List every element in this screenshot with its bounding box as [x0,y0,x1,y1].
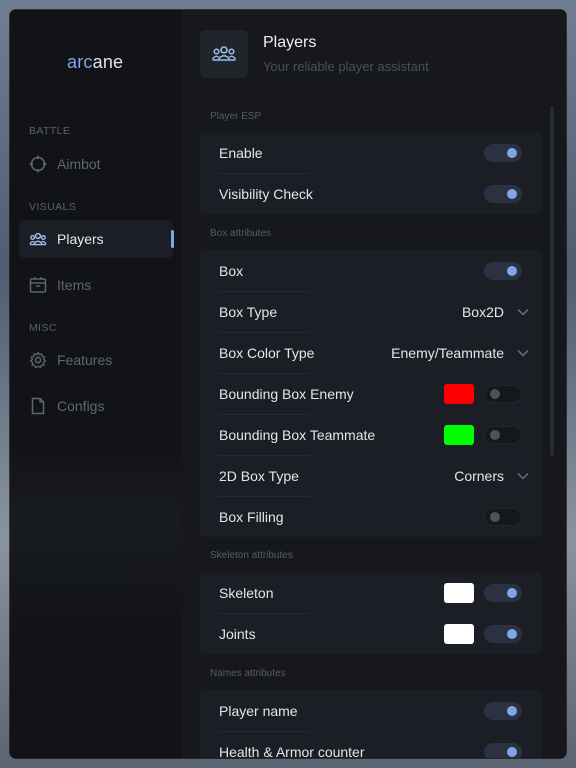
page-subtitle: Your reliable player assistant [263,59,429,74]
joints-color-swatch[interactable] [444,623,474,644]
sidebar-item-label: Players [57,231,104,247]
enable-toggle[interactable] [484,143,522,162]
app-logo: arcane [67,52,124,72]
box-toggle[interactable] [484,261,522,280]
setting-label: Box Color Type [219,344,315,361]
visibility-check-toggle[interactable] [484,184,522,203]
setting-row-box-type: Box Type Box2D [200,291,542,332]
group-label-box-attributes: Box attributes [210,228,272,239]
box-type-select[interactable]: Box2D [462,304,529,320]
section-label-visuals: VISUALS [29,201,77,213]
setting-row-box-color-type: Box Color Type Enemy/Teammate [200,332,542,373]
sidebar-background-overlay [10,440,182,640]
joints-toggle[interactable] [484,624,522,643]
active-indicator [171,230,174,248]
skeleton-toggle[interactable] [484,583,522,602]
sidebar: arcane BATTLE Aimbot VISUALS Players Ite… [10,10,182,758]
chevron-down-icon [517,470,529,482]
setting-label: Visibility Check [219,185,313,202]
setting-row-player-name: Player name [200,690,542,731]
setting-row-2d-box-type: 2D Box Type Corners [200,455,542,496]
sidebar-item-items[interactable]: Items [19,266,173,304]
setting-label: Box Type [219,303,278,320]
setting-label: Bounding Box Enemy [219,385,354,402]
setting-label: Enable [219,144,263,161]
users-icon [200,30,248,78]
player-name-toggle[interactable] [484,701,522,720]
setting-label: Joints [219,625,256,642]
skeleton-color-swatch[interactable] [444,582,474,603]
group-label-names-attributes: Names attributes [210,668,286,679]
users-icon [29,230,47,248]
group-label-player-esp: Player ESP [210,111,262,122]
sidebar-item-players[interactable]: Players [19,220,174,258]
crosshair-icon [29,155,47,173]
bounding-box-enemy-toggle[interactable] [484,384,522,403]
setting-label: Bounding Box Teammate [219,426,376,443]
setting-row-skeleton: Skeleton [200,572,542,613]
setting-label: Box Filling [219,508,284,525]
settings-card-skeleton-attributes: Skeleton Joints [200,572,542,654]
sidebar-item-label: Items [57,277,92,293]
setting-row-bounding-box-enemy: Bounding Box Enemy [200,373,542,414]
app-window: arcane BATTLE Aimbot VISUALS Players Ite… [10,10,566,758]
section-label-battle: BATTLE [29,125,71,137]
setting-row-joints: Joints [200,613,542,654]
sidebar-item-label: Configs [57,398,105,414]
box-icon [29,276,47,294]
setting-row-health-armor-counter: Health & Armor counter [200,731,542,758]
setting-label: Health & Armor counter [219,743,365,759]
bounding-box-teammate-toggle[interactable] [484,425,522,444]
scrollbar[interactable] [550,106,554,456]
setting-label: Box [219,262,244,279]
chevron-down-icon [517,347,529,359]
settings-card-names-attributes: Player name Health & Armor counter [200,690,542,758]
setting-label: Skeleton [219,584,274,601]
sidebar-item-features[interactable]: Features [19,341,173,379]
setting-row-visibility-check: Visibility Check [200,173,542,214]
sidebar-item-label: Aimbot [57,156,101,172]
file-icon [29,397,47,415]
setting-label: Player name [219,702,298,719]
main-panel: Players Your reliable player assistant P… [182,10,566,758]
settings-card-player-esp: Enable Visibility Check [200,132,542,214]
group-label-skeleton-attributes: Skeleton attributes [210,550,293,561]
setting-row-box-filling: Box Filling [200,496,542,537]
enemy-color-swatch[interactable] [444,383,474,404]
setting-row-box: Box [200,250,542,291]
health-armor-counter-toggle[interactable] [484,742,522,758]
sidebar-item-aimbot[interactable]: Aimbot [19,145,173,183]
box-color-type-select[interactable]: Enemy/Teammate [391,345,529,361]
section-label-misc: MISC [29,322,57,334]
setting-row-enable: Enable [200,132,542,173]
sidebar-item-label: Features [57,352,113,368]
sidebar-item-configs[interactable]: Configs [19,387,173,425]
2d-box-type-select[interactable]: Corners [454,468,529,484]
chevron-down-icon [517,306,529,318]
gear-icon [29,351,47,369]
settings-card-box-attributes: Box Box Type Box2D Box Color Type Enemy/… [200,250,542,537]
setting-row-bounding-box-teammate: Bounding Box Teammate [200,414,542,455]
setting-label: 2D Box Type [219,467,299,484]
teammate-color-swatch[interactable] [444,424,474,445]
box-filling-toggle[interactable] [484,507,522,526]
page-title: Players [263,34,317,51]
